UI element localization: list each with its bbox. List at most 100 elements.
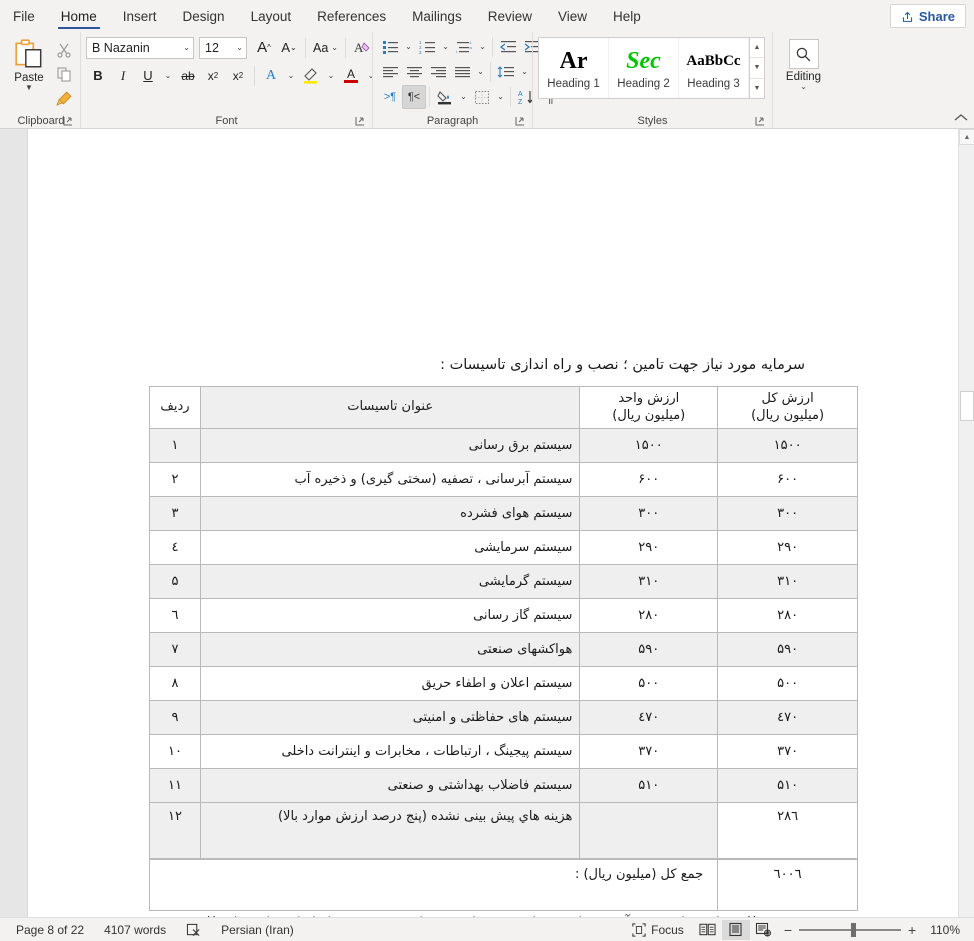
superscript-button[interactable]: x2 xyxy=(226,64,250,88)
scroll-up-button[interactable]: ▲ xyxy=(959,129,974,145)
web-layout-button[interactable] xyxy=(750,920,778,940)
change-case-button[interactable]: Aa ⌄ xyxy=(310,36,341,60)
text-highlight-button[interactable] xyxy=(299,64,323,88)
styles-scroll-up-button[interactable]: ▲ xyxy=(750,38,764,59)
align-right-button[interactable] xyxy=(426,60,450,84)
zoom-track[interactable] xyxy=(799,922,901,937)
grow-font-button[interactable]: A ^ xyxy=(252,36,276,60)
table-row: ۲۹۰ ۲۹۰ سيستم سرمايشی ٤ xyxy=(149,530,858,565)
share-button[interactable]: Share xyxy=(889,4,966,28)
bullets-button[interactable] xyxy=(378,35,402,59)
strikethrough-button[interactable]: ab xyxy=(176,64,200,88)
underline-button[interactable]: U xyxy=(136,64,160,88)
text-effects-button[interactable]: A xyxy=(259,64,283,88)
language-indicator[interactable]: Persian (Iran) xyxy=(211,923,304,937)
borders-button[interactable] xyxy=(470,85,494,109)
style-heading-3[interactable]: AaBbCc Heading 3 xyxy=(679,38,749,98)
multilevel-list-dropdown[interactable]: ⌄ xyxy=(476,35,489,59)
read-mode-button[interactable] xyxy=(694,920,722,940)
zoom-level[interactable]: 110% xyxy=(922,923,968,937)
cell-title: سيستم هوای فشرده xyxy=(199,496,581,531)
font-name-combo[interactable]: B Nazanin ⌄ xyxy=(86,36,194,59)
ltr-text-direction-button[interactable]: >¶ xyxy=(378,85,402,109)
collapse-ribbon-button[interactable] xyxy=(954,113,968,125)
styles-scroll-down-button[interactable]: ▼ xyxy=(750,58,764,79)
cell-radif: ۹ xyxy=(149,700,201,735)
line-spacing-button[interactable] xyxy=(494,60,518,84)
tab-help[interactable]: Help xyxy=(600,0,654,32)
zoom-thumb[interactable] xyxy=(851,922,856,937)
style-heading-2[interactable]: Sec Heading 2 xyxy=(609,38,679,98)
clipboard-dialog-launcher[interactable] xyxy=(62,116,73,127)
font-dialog-launcher[interactable] xyxy=(354,116,365,127)
vertical-scrollbar[interactable]: ▲ xyxy=(958,129,974,917)
borders-icon xyxy=(474,90,489,104)
cut-button[interactable] xyxy=(53,39,75,61)
cell-radif: ۲ xyxy=(149,462,201,497)
document-page[interactable]: سرمایه مورد نیاز جهت تامین ؛ نصب و راه ا… xyxy=(27,129,958,917)
text-effects-dropdown[interactable]: ⌄ xyxy=(284,64,298,88)
header-total-line2: (ميليون ريال) xyxy=(751,407,825,423)
numbering-dropdown[interactable]: ⌄ xyxy=(439,35,452,59)
focus-mode-button[interactable]: Focus xyxy=(622,923,694,937)
multilevel-list-button[interactable]: 1 a i xyxy=(452,35,476,59)
header-facility-title: عنوان تاسيسات xyxy=(199,386,581,429)
tab-insert[interactable]: Insert xyxy=(110,0,170,32)
rtl-text-direction-button[interactable]: ¶< xyxy=(402,85,426,109)
bold-button[interactable]: B xyxy=(86,64,110,88)
font-color-button[interactable]: A xyxy=(339,64,363,88)
shading-button[interactable] xyxy=(433,85,457,109)
font-size-combo[interactable]: 12 ⌄ xyxy=(199,36,247,59)
tab-mailings[interactable]: Mailings xyxy=(399,0,475,32)
text-highlight-dropdown[interactable]: ⌄ xyxy=(324,64,338,88)
zoom-in-button[interactable]: + xyxy=(908,922,916,938)
format-painter-button[interactable] xyxy=(53,87,75,109)
underline-dropdown[interactable]: ⌄ xyxy=(161,64,175,88)
shading-dropdown[interactable]: ⌄ xyxy=(457,85,470,109)
styles-more-button[interactable]: ▼ xyxy=(750,79,764,98)
word-count[interactable]: 4107 words xyxy=(94,923,176,937)
line-spacing-dropdown[interactable]: ⌄ xyxy=(518,60,531,84)
shrink-font-button[interactable]: A ⌄ xyxy=(277,36,301,60)
cell-title: سيستم گاز رسانی xyxy=(199,598,581,633)
tab-design[interactable]: Design xyxy=(170,0,238,32)
tab-home[interactable]: Home xyxy=(48,0,110,32)
borders-dropdown[interactable]: ⌄ xyxy=(494,85,507,109)
para-sep-3 xyxy=(429,87,430,107)
zoom-slider[interactable]: − + xyxy=(778,922,922,938)
proofing-status[interactable] xyxy=(176,923,211,937)
tab-file[interactable]: File xyxy=(0,0,48,32)
shading-bucket-icon xyxy=(437,91,451,105)
zoom-out-button[interactable]: − xyxy=(784,922,792,938)
tab-layout[interactable]: Layout xyxy=(238,0,305,32)
copy-button[interactable] xyxy=(53,63,75,85)
tab-review[interactable]: Review xyxy=(475,0,545,32)
paragraph-dialog-launcher[interactable] xyxy=(514,116,525,127)
decrease-indent-button[interactable] xyxy=(496,35,520,59)
justify-dropdown[interactable]: ⌄ xyxy=(474,60,487,84)
paste-chevron-down-icon[interactable]: ▼ xyxy=(25,84,33,92)
italic-button[interactable]: I xyxy=(111,64,135,88)
tab-references[interactable]: References xyxy=(304,0,399,32)
editing-button[interactable]: Editing ⌄ xyxy=(778,35,829,91)
print-layout-button[interactable] xyxy=(721,919,750,940)
tab-view[interactable]: View xyxy=(545,0,600,32)
bullets-dropdown[interactable]: ⌄ xyxy=(402,35,415,59)
scrollbar-thumb[interactable] xyxy=(960,391,974,421)
align-left-button[interactable] xyxy=(378,60,402,84)
style-heading-1[interactable]: Ar Heading 1 xyxy=(539,38,609,98)
bold-label: B xyxy=(93,68,103,83)
svg-text:a: a xyxy=(469,45,472,50)
numbering-button[interactable]: 1 2 3 xyxy=(415,35,439,59)
text-effects-label: A xyxy=(265,67,277,83)
clear-formatting-button[interactable]: A xyxy=(350,36,374,60)
subscript-button[interactable]: x2 xyxy=(201,64,225,88)
chevron-up-icon xyxy=(954,114,968,121)
cell-total: ۵۹۰ xyxy=(717,632,858,667)
justify-button[interactable] xyxy=(450,60,474,84)
align-center-button[interactable] xyxy=(402,60,426,84)
paste-button[interactable]: Paste ▼ xyxy=(7,35,51,92)
page-indicator[interactable]: Page 8 of 22 xyxy=(6,923,94,937)
styles-dialog-launcher[interactable] xyxy=(754,116,765,127)
cell-unit: ۶۰۰ xyxy=(579,462,719,497)
